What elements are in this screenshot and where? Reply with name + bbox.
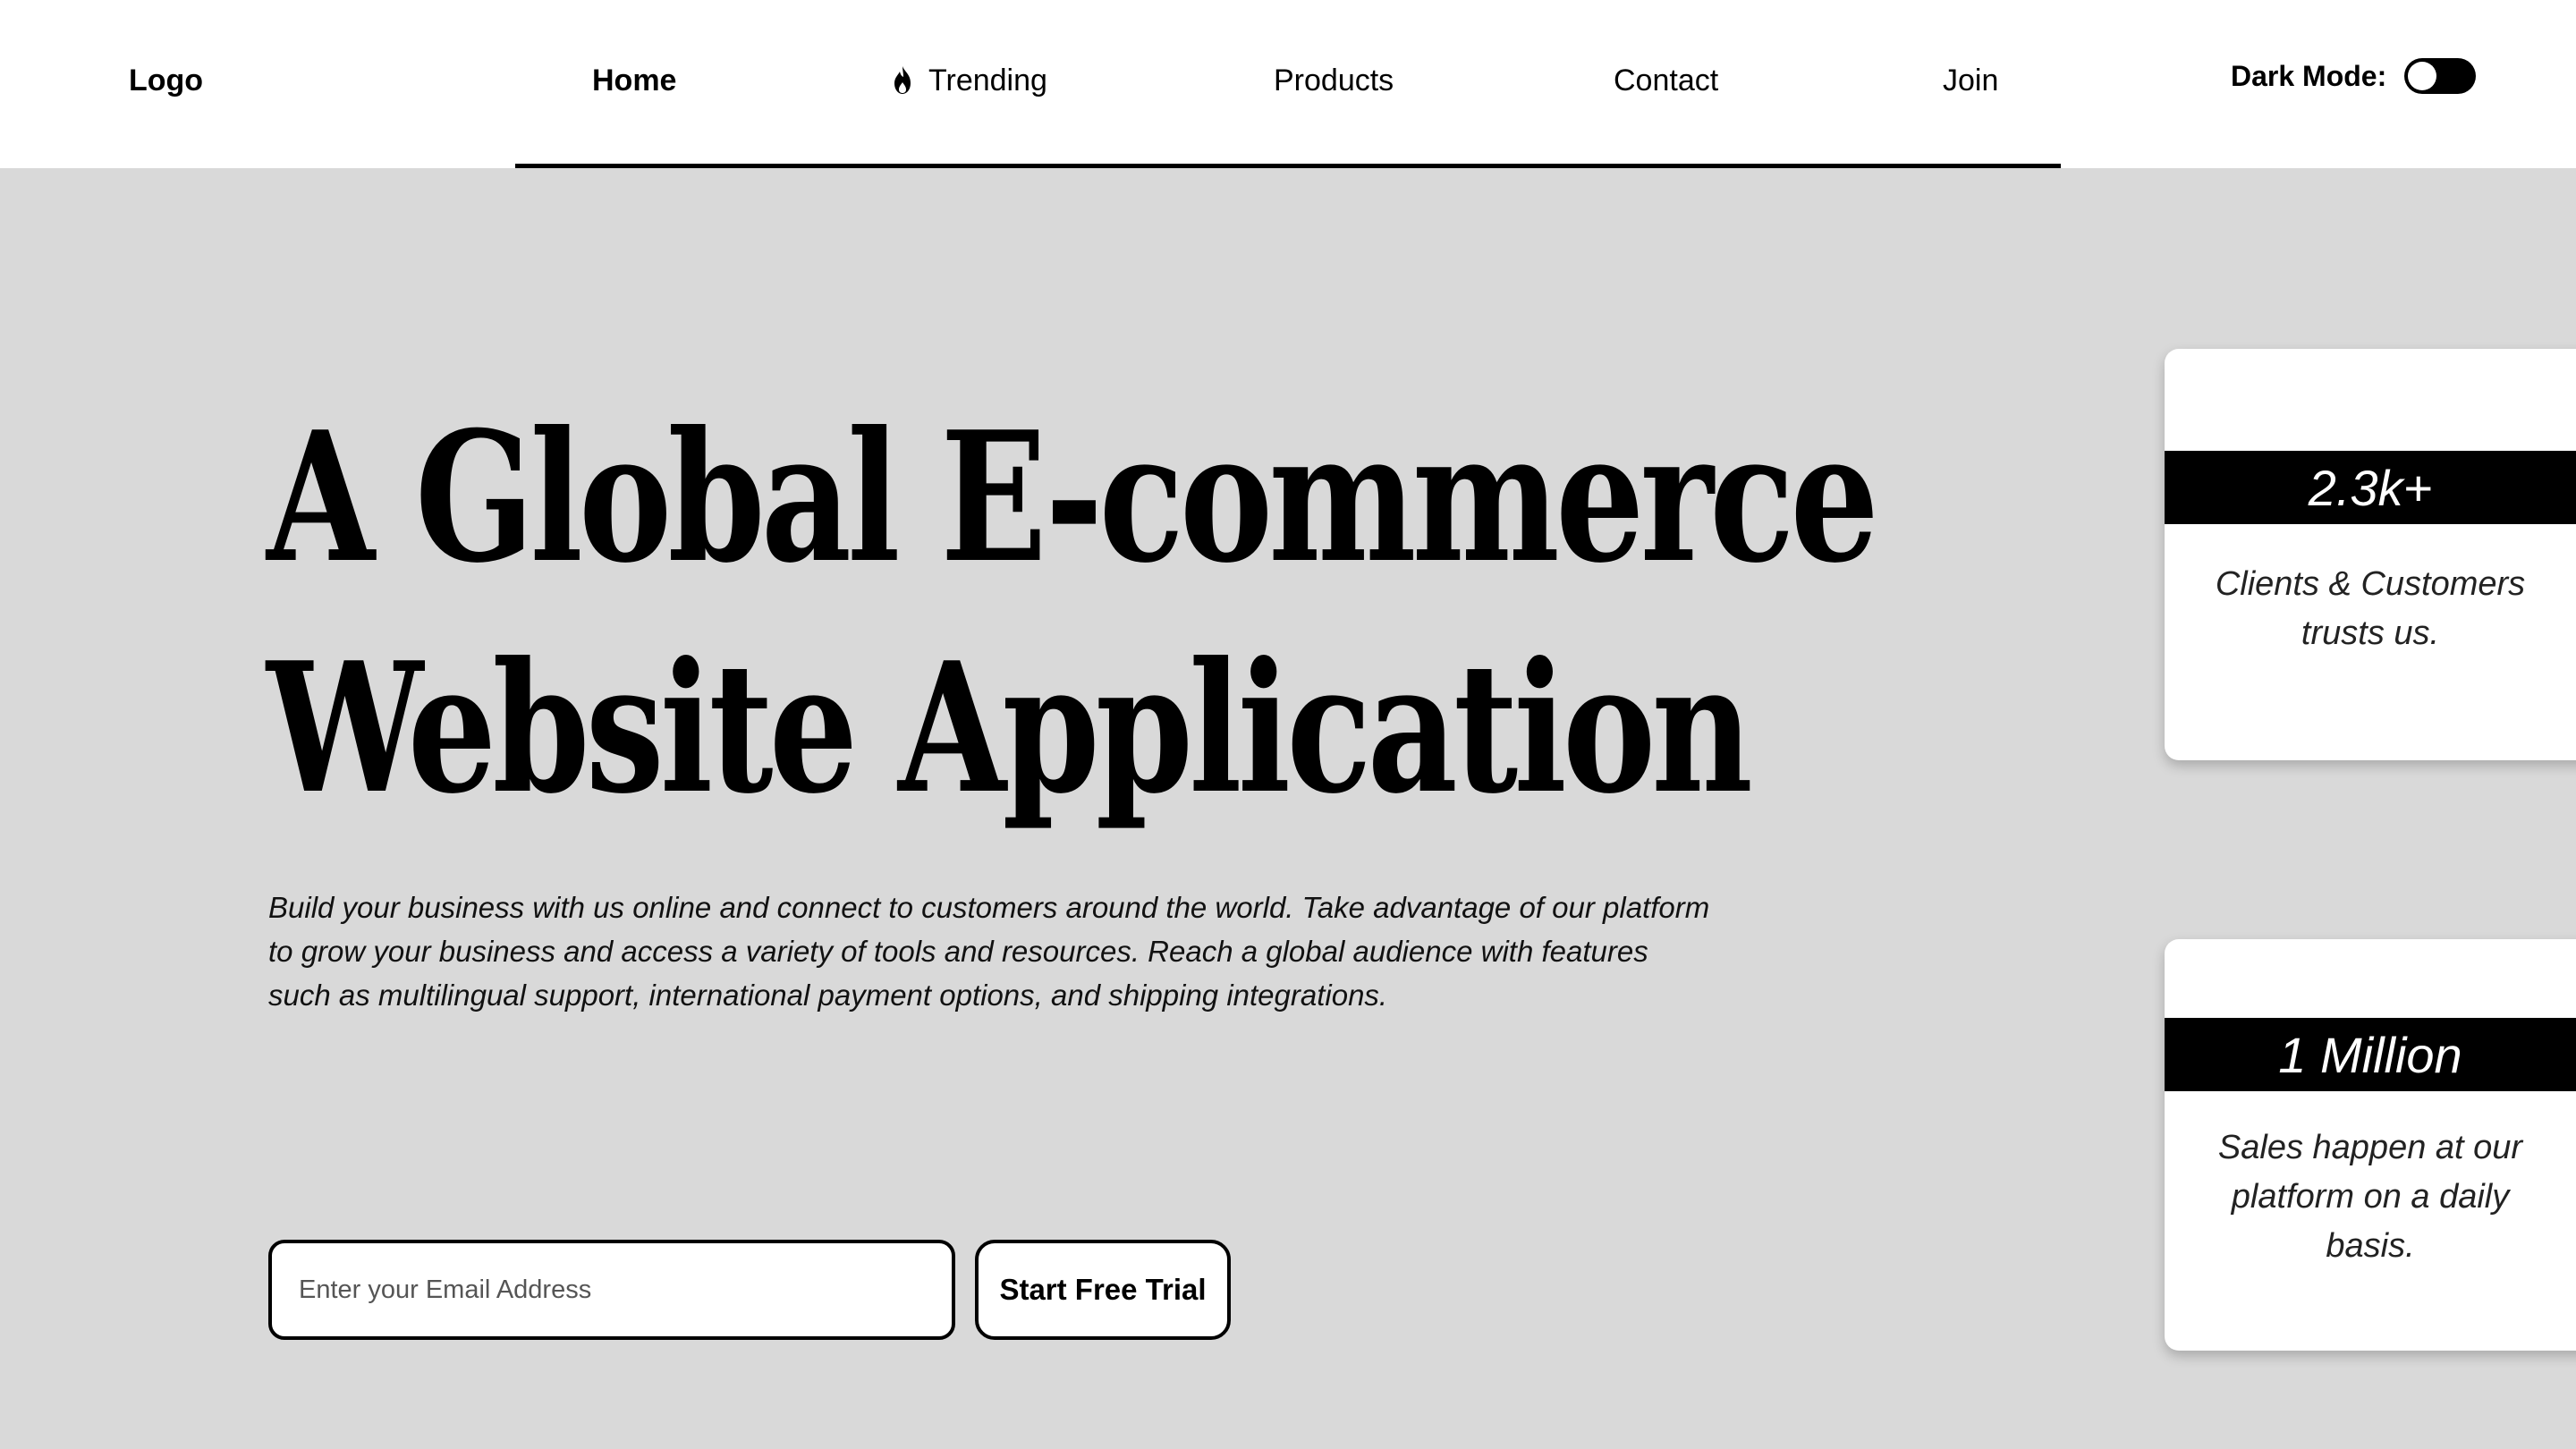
start-free-trial-button[interactable]: Start Free Trial (975, 1240, 1231, 1340)
top-header: Logo Home Trending Products Contact Join (0, 0, 2576, 168)
hero-title-line-2: Website Application (267, 623, 1753, 834)
logo[interactable]: Logo (129, 61, 203, 100)
hero-title: A Global E-commerce Website Application (267, 383, 1879, 844)
nav-home-label: Home (592, 64, 677, 97)
nav-join-label: Join (1943, 64, 1999, 97)
signup-form: Start Free Trial (268, 1240, 1231, 1340)
stat-description: Clients & Customers trusts us. (2215, 565, 2526, 652)
stat-value: 1 Million (2165, 1018, 2576, 1091)
stat-card-sales: 1 Million Sales happen at our platform o… (2165, 939, 2576, 1351)
dark-mode-toggle[interactable] (2404, 58, 2477, 94)
hero-description: Build your business with us online and c… (268, 891, 1710, 1012)
nav-contact-label: Contact (1614, 64, 1719, 97)
toggle-knob (2408, 62, 2437, 90)
stat-card-clients: 2.3k+ Clients & Customers trusts us. (2165, 349, 2576, 760)
nav-products[interactable]: Products (1274, 61, 1394, 100)
main-nav: Home Trending Products Contact Join (515, 0, 2061, 168)
fire-icon (894, 66, 911, 94)
nav-products-label: Products (1274, 64, 1394, 97)
email-input[interactable] (268, 1240, 955, 1340)
hero-title-line-1: A Global E-commerce (267, 393, 1879, 603)
stat-description: Sales happen at our platform on a daily … (2217, 1129, 2523, 1265)
nav-join[interactable]: Join (1943, 61, 1998, 100)
page: Logo Home Trending Products Contact Join (0, 0, 2576, 1449)
nav-home[interactable]: Home (592, 61, 676, 100)
dark-mode-label: Dark Mode: (2231, 60, 2387, 92)
nav-trending-label: Trending (928, 64, 1047, 97)
nav-trending[interactable]: Trending (889, 61, 1047, 100)
stat-value: 2.3k+ (2165, 451, 2576, 524)
dark-mode-control: Dark Mode: (2231, 54, 2477, 98)
nav-contact[interactable]: Contact (1614, 61, 1718, 100)
